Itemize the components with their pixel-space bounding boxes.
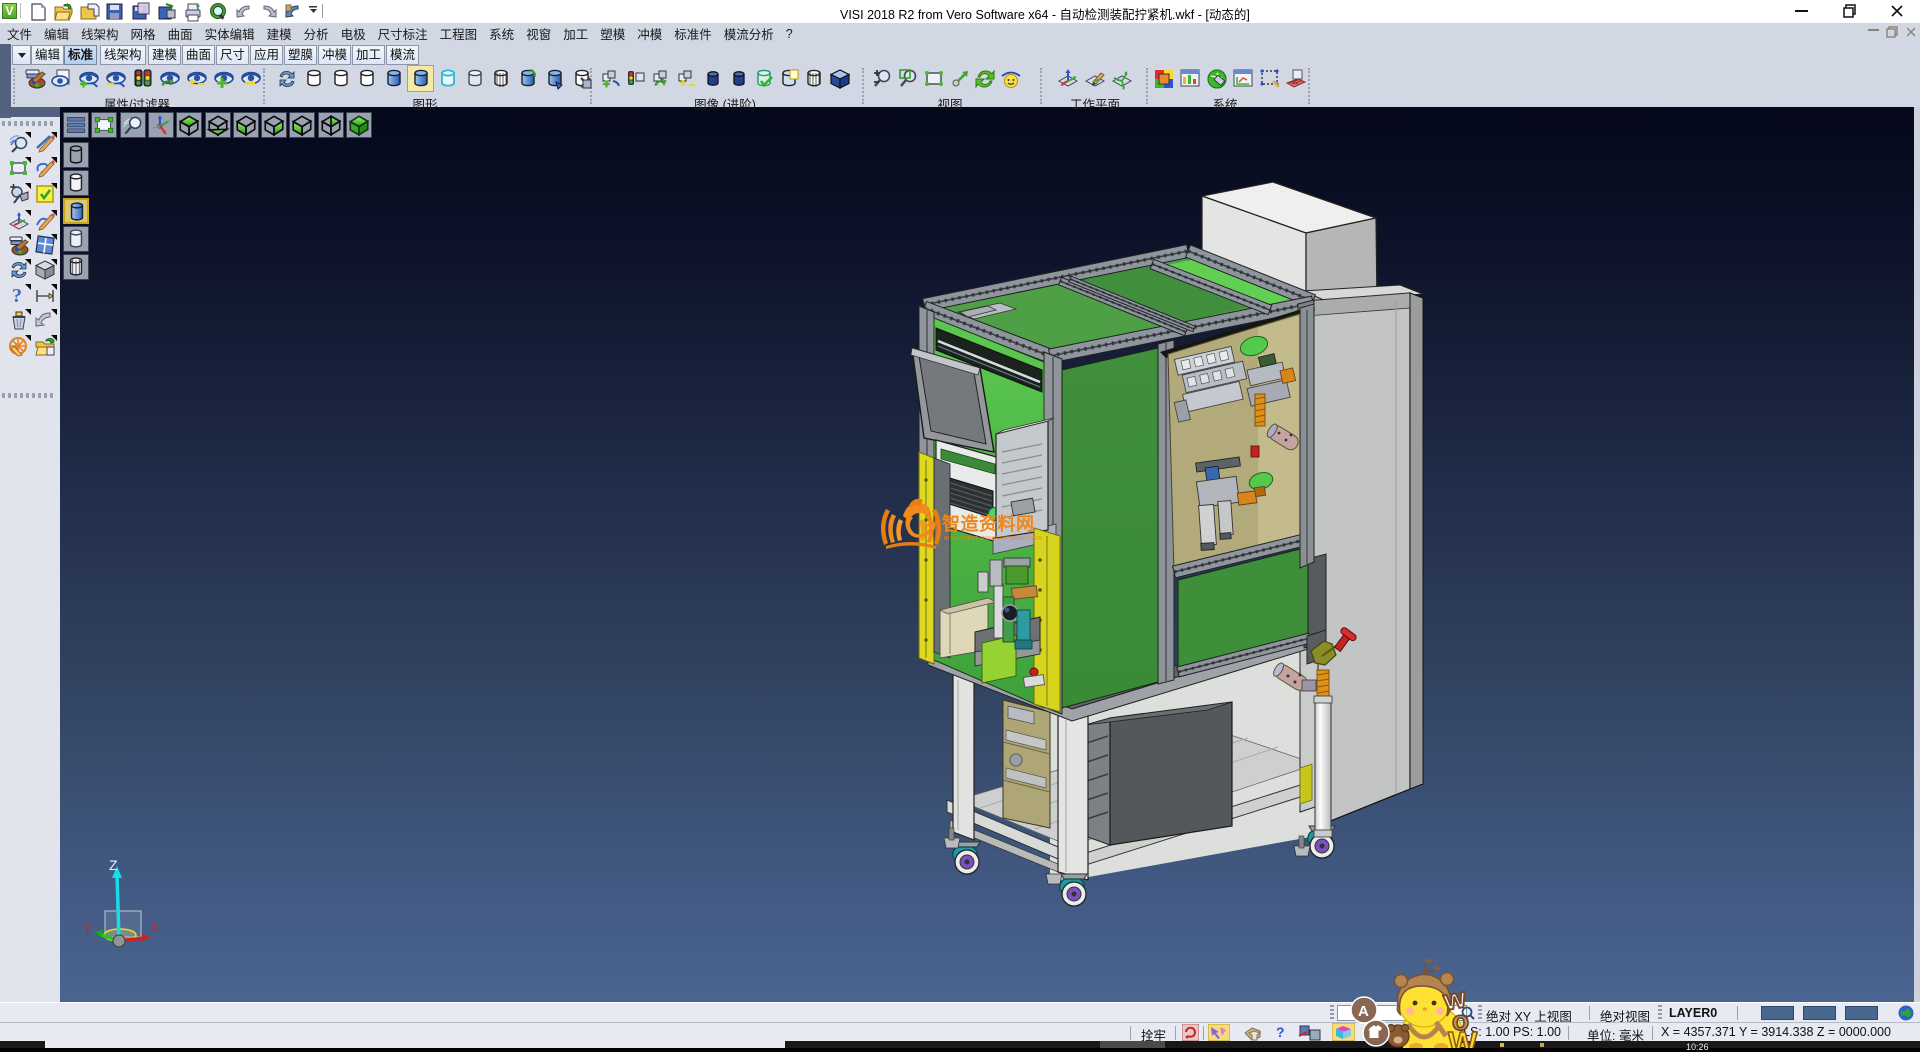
svg-text:?: ?: [12, 285, 22, 307]
